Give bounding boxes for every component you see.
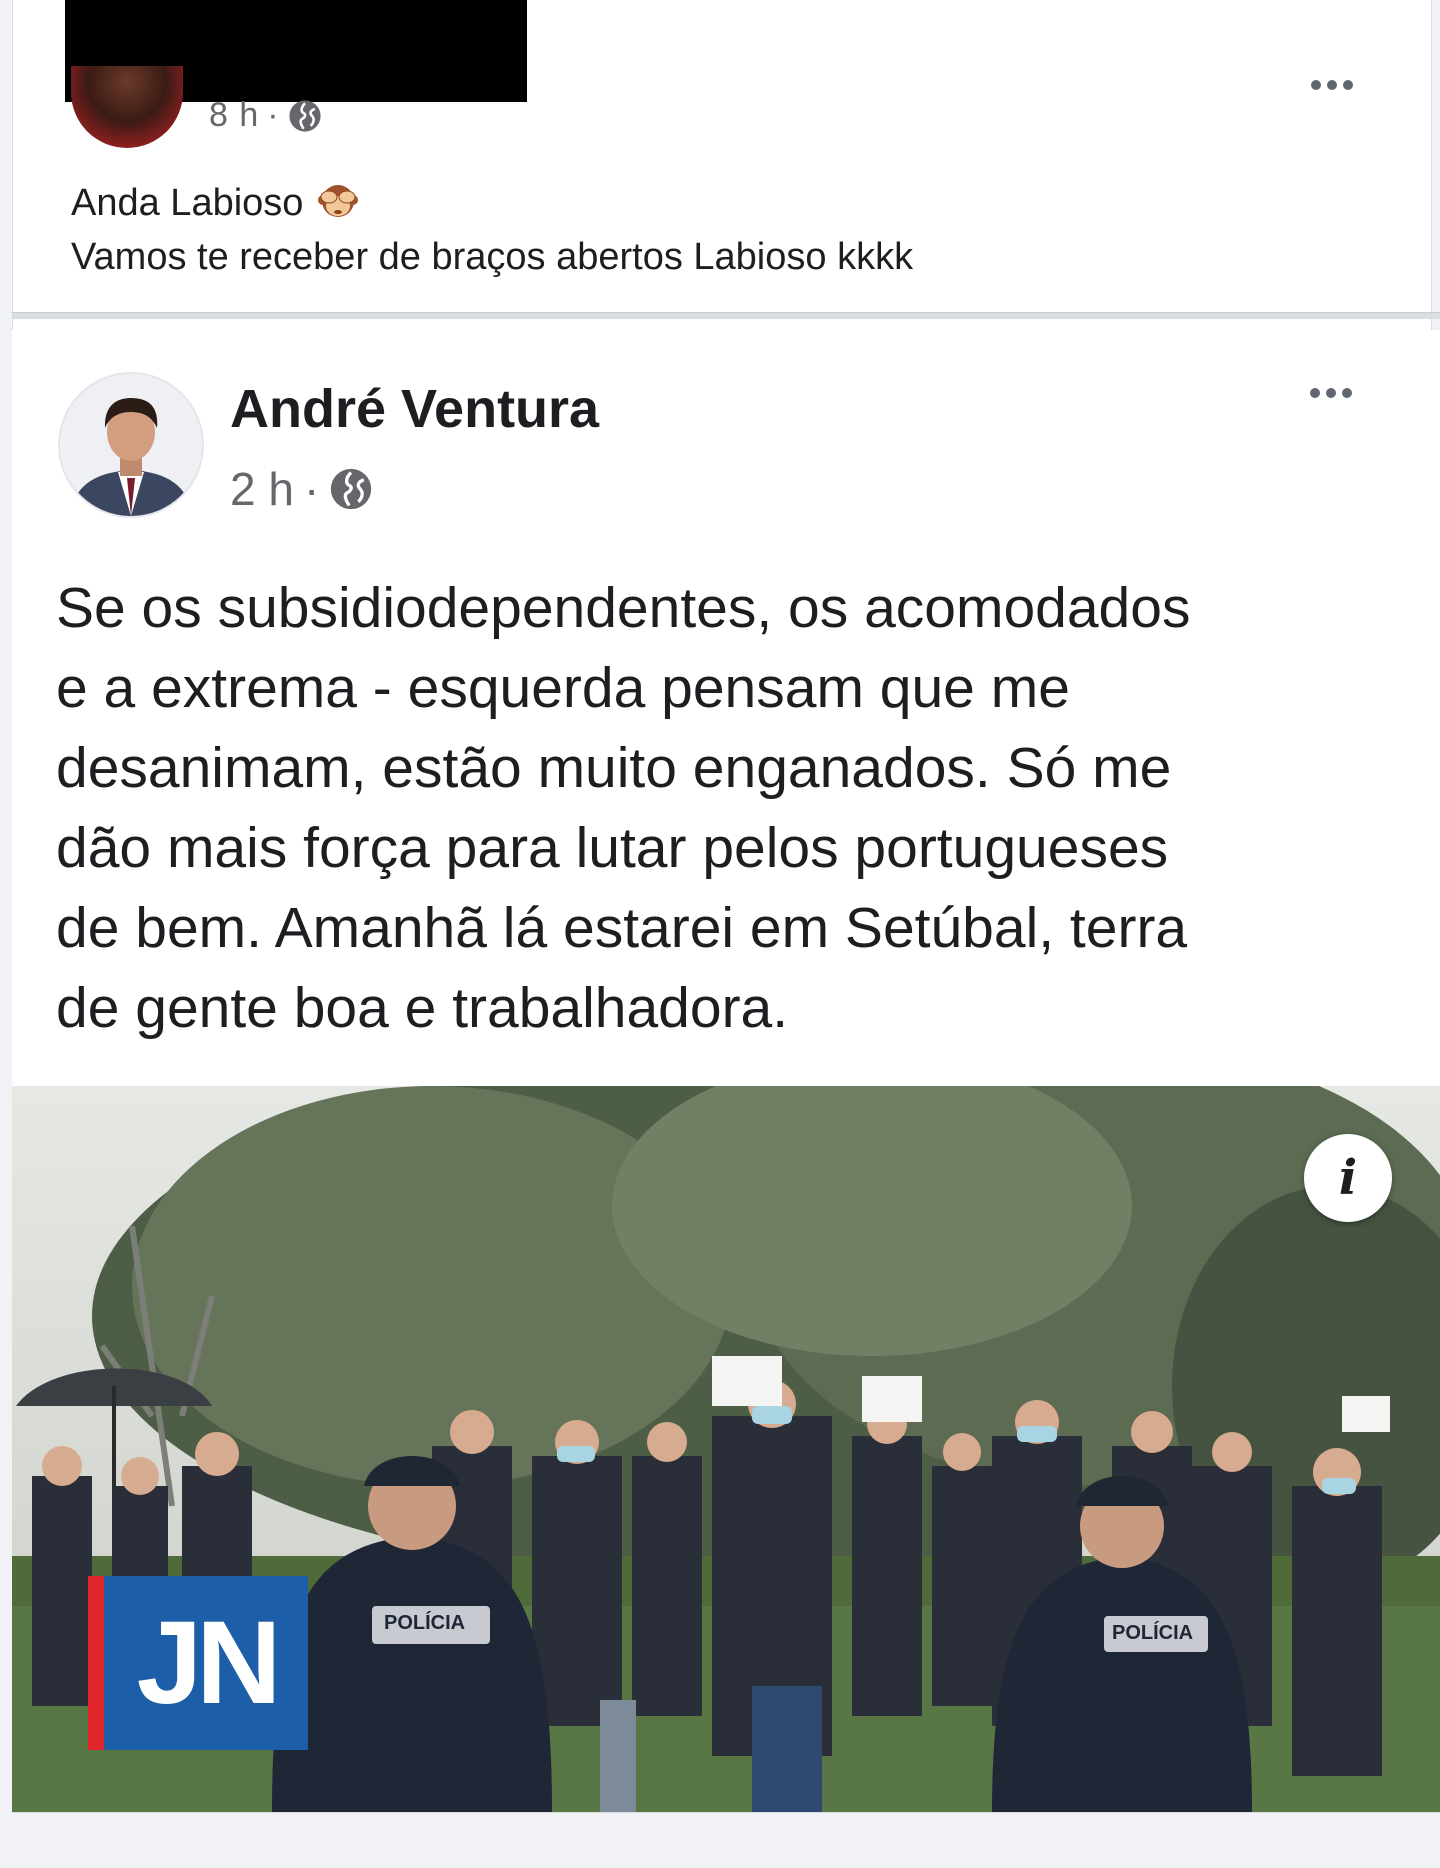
more-options-icon[interactable] [1310, 388, 1352, 398]
post-meta: 8 h · [209, 96, 322, 135]
post-text-line: de bem. Amanhã lá estarei em Setúbal, te… [56, 896, 1188, 960]
post-text-line: Se os subsidiodependentes, os acomodados [56, 576, 1191, 640]
post-meta: 2 h · [230, 462, 373, 516]
post-photo[interactable]: i JN POLÍCIA POLÍCIA [12, 1086, 1440, 1812]
post-text-line: e a extrema - esquerda pensam que me [56, 656, 1070, 720]
divider [12, 312, 1440, 319]
police-vest-label: POLÍCIA [384, 1612, 466, 1634]
post-text-line: dão mais força para lutar pelos portugue… [56, 816, 1169, 880]
see-no-evil-monkey-icon [317, 185, 358, 217]
post-text: Se os subsidiodependentes, os acomodados… [56, 568, 1436, 1048]
post-timestamp[interactable]: 2 h [230, 462, 294, 516]
post-footer-edge [12, 1812, 1440, 1868]
globe-icon[interactable] [329, 467, 373, 511]
globe-icon[interactable] [288, 99, 322, 133]
post-text-line: desanimam, estão muito enganados. Só me [56, 736, 1172, 800]
more-options-icon[interactable] [1311, 80, 1353, 90]
info-icon[interactable]: i [1304, 1134, 1392, 1222]
post-timestamp[interactable]: 8 h [209, 96, 259, 135]
avatar[interactable] [71, 66, 183, 148]
meta-separator: · [303, 463, 320, 515]
post-text-line: de gente boa e trabalhadora. [56, 976, 789, 1040]
caption-line-1: Anda Labioso [71, 182, 304, 224]
shared-post-card: André Ventura 2 h · Se os subsidiodepend… [12, 330, 1440, 1868]
caption-line-2: Vamos te receber de braços abertos Labio… [71, 236, 914, 278]
jn-logo-text: JN [136, 1597, 282, 1729]
police-vest-label: POLÍCIA [1112, 1622, 1194, 1644]
author-avatar[interactable] [58, 372, 204, 518]
meta-separator: · [267, 96, 280, 134]
post-caption: Anda Labioso Vamos te receber de braços … [71, 176, 913, 284]
author-name[interactable]: André Ventura [230, 378, 599, 440]
jn-watermark-logo: JN [88, 1576, 308, 1750]
